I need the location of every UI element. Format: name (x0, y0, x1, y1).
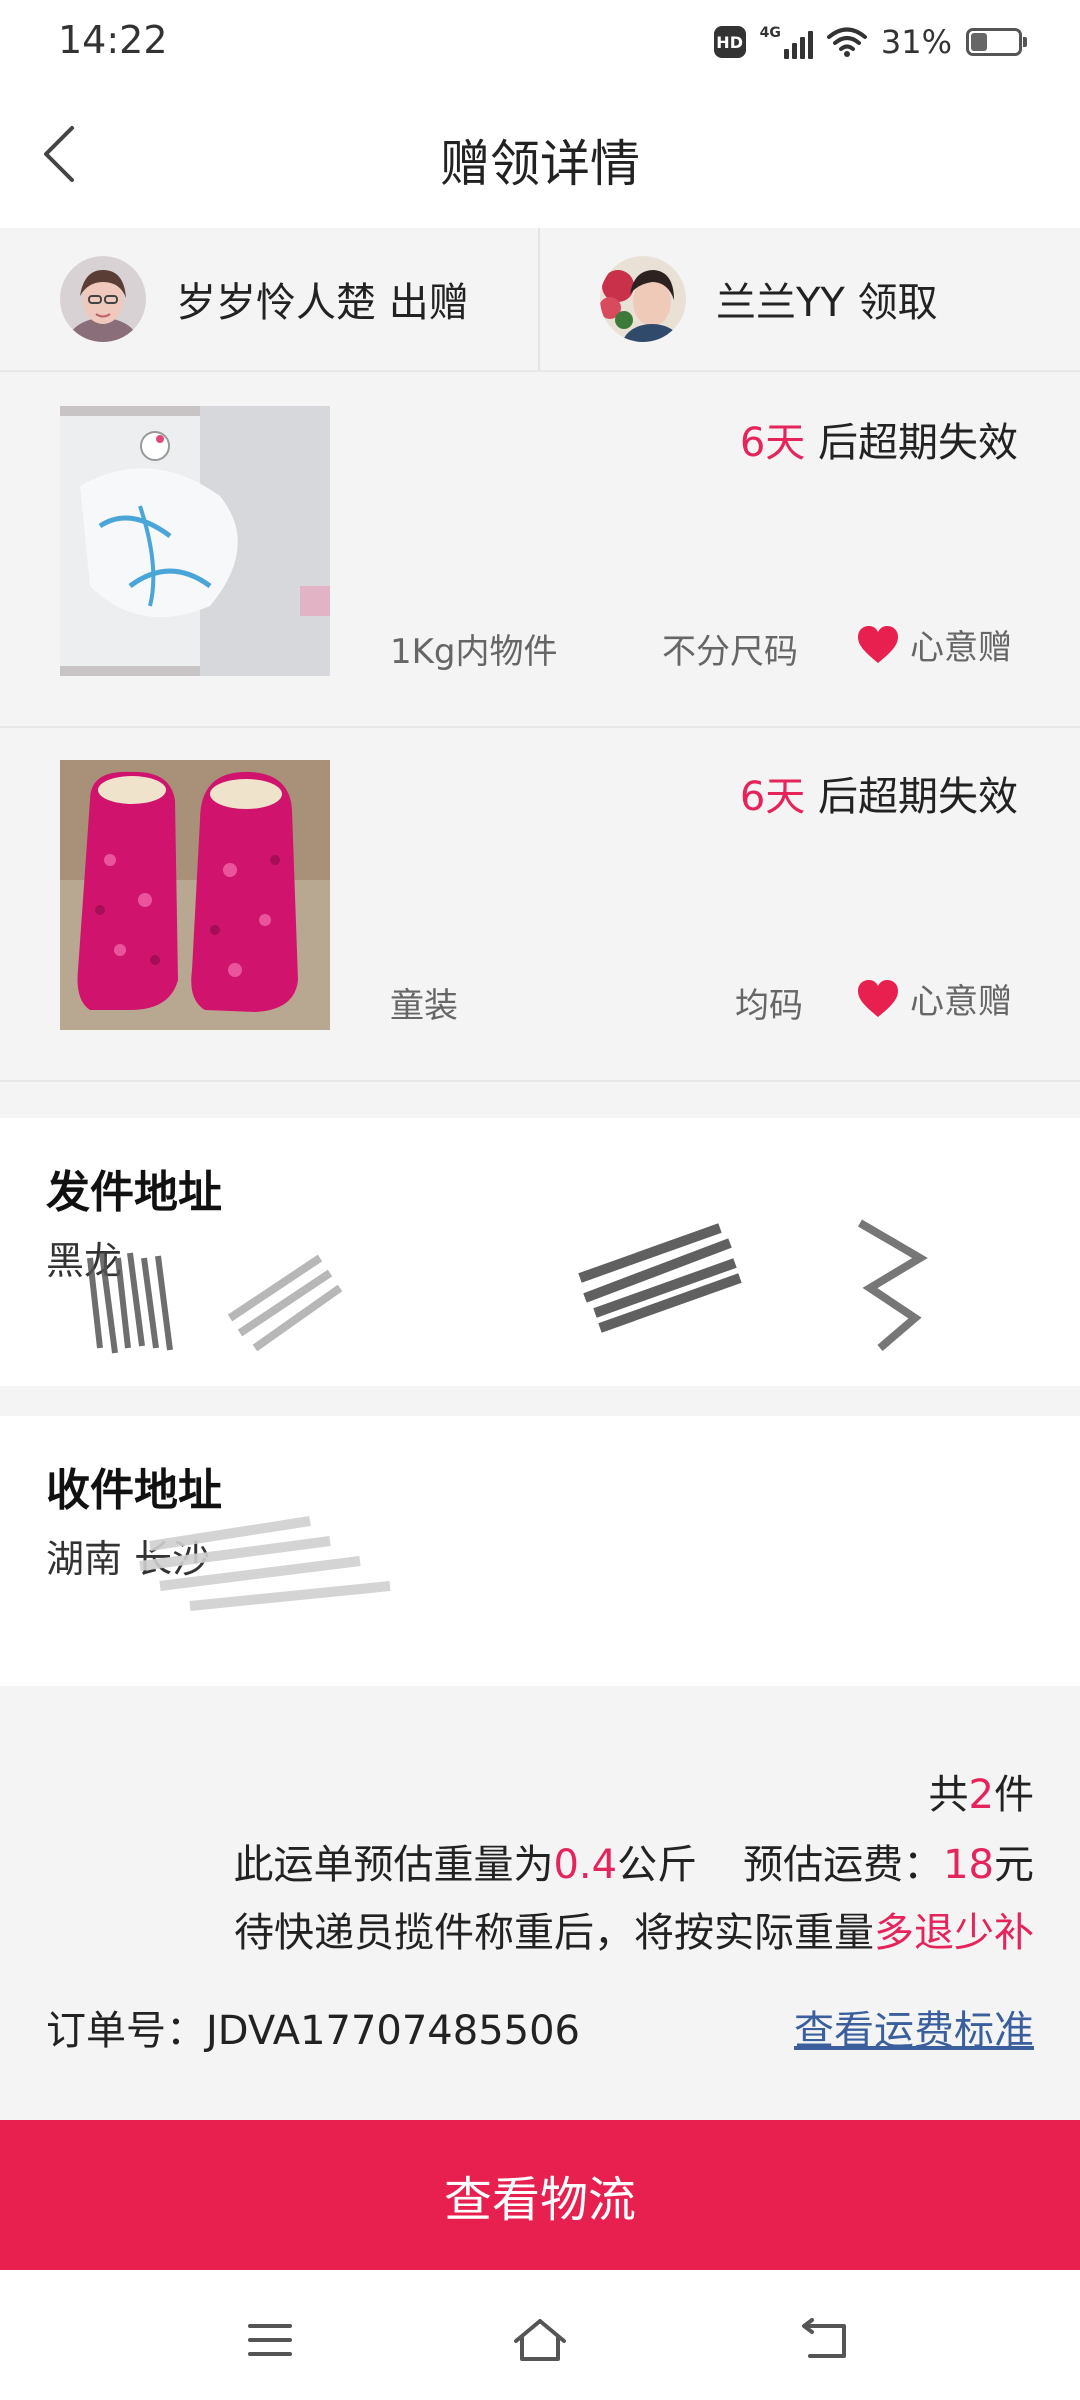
gift-tag-label: 心意赠 (910, 982, 1012, 1022)
menu-icon (248, 2324, 292, 2356)
heart-icon (858, 979, 898, 1017)
battery-icon (966, 28, 1027, 56)
redaction-scribble (139, 1516, 391, 1611)
shipping-summary: 共2件 此运单预估重量为0.4公斤 预估运费：18元 待快递员揽件称重后，将按实际… (0, 1688, 1080, 2120)
expiry-text: 6天 后超期失效 (740, 410, 1018, 468)
weight-note-text: 待快递员揽件称重后，将按实际重量 (234, 1910, 874, 1956)
item-photo[interactable] (60, 760, 330, 1030)
signal-4g-icon: 4G (760, 25, 813, 59)
item-card[interactable]: 6天 后超期失效 童装 均码 心意赠 (0, 728, 1080, 1082)
receiver-name: 兰兰YY 领取 (716, 280, 938, 326)
gift-tag: 心意赠 (856, 974, 1012, 1023)
item-card[interactable]: 6天 后超期失效 1Kg内物件 不分尺码 心意赠 (0, 374, 1080, 728)
heart-icon (858, 625, 898, 663)
gift-tag: 心意赠 (856, 620, 1012, 669)
users-row: 岁岁怜人楚 出赠 兰兰YY 领取 (0, 228, 1080, 372)
fee-unit: 元 (994, 1842, 1034, 1888)
redaction-scribble (87, 1219, 928, 1354)
fee-standard-link[interactable]: 查看运费标准 (794, 1998, 1034, 2056)
item-category: 童装 (390, 986, 458, 1026)
header: 赠领详情 (0, 84, 1080, 228)
battery-level (971, 33, 987, 51)
expiry-suffix: 后超期失效 (805, 420, 1018, 466)
order-value: JDVA17707485506 (206, 2008, 581, 2054)
status-icons: HD 4G 31% (713, 20, 1027, 64)
page-title: 赠领详情 (440, 135, 640, 193)
sender-address-block: 发件地址 黑龙 (0, 1118, 1080, 1386)
fee-prefix: 预估运费： (743, 1842, 944, 1888)
status-bar: 14:22 HD 4G 31% (0, 0, 1080, 84)
expiry-days: 6天 (739, 420, 806, 466)
weight-value: 0.4 (553, 1842, 618, 1888)
item-count-suffix: 件 (994, 1772, 1034, 1818)
receiver-avatar[interactable] (600, 256, 686, 342)
system-nav-bar (0, 2270, 1080, 2400)
item-size: 不分尺码 (662, 632, 798, 672)
item-size: 均码 (735, 986, 803, 1026)
hd-icon: HD (713, 26, 746, 58)
giver-avatar[interactable] (60, 256, 146, 342)
item-category: 1Kg内物件 (390, 632, 558, 672)
expiry-suffix: 后超期失效 (805, 774, 1018, 820)
menu-button[interactable] (240, 2310, 300, 2370)
receiver-address-title: 收件地址 (46, 1465, 222, 1516)
back-nav-button[interactable] (795, 2310, 855, 2370)
item-count-value: 2 (968, 1772, 994, 1818)
receiver-cell[interactable]: 兰兰YY 领取 (540, 228, 1080, 370)
receiver-address-block: 收件地址 湖南 长沙 (0, 1416, 1080, 1686)
item-count: 共2件 (929, 1762, 1034, 1820)
wifi-icon (826, 26, 867, 58)
back-icon (802, 2318, 846, 2358)
item-count-prefix: 共 (928, 1772, 969, 1818)
gift-tag-label: 心意赠 (910, 628, 1012, 668)
weight-prefix: 此运单预估重量为 (233, 1842, 554, 1888)
weight-note-highlight: 多退少补 (874, 1910, 1034, 1956)
giver-name: 岁岁怜人楚 出赠 (176, 280, 469, 326)
fee-value: 18 (943, 1842, 994, 1888)
home-button[interactable] (510, 2310, 570, 2370)
weight-fee-line: 此运单预估重量为0.4公斤 预估运费：18元 (233, 1832, 1034, 1890)
sender-address-title: 发件地址 (46, 1167, 222, 1218)
view-logistics-button[interactable]: 查看物流 (0, 2120, 1080, 2270)
item-photo[interactable] (60, 406, 330, 676)
battery-percent: 31% (880, 23, 952, 61)
weight-unit: 公斤 (617, 1842, 698, 1888)
expiry-text: 6天 后超期失效 (740, 764, 1018, 822)
giver-cell[interactable]: 岁岁怜人楚 出赠 (0, 228, 540, 370)
network-label: 4G (759, 25, 781, 41)
expiry-days: 6天 (739, 774, 806, 820)
home-icon (514, 2319, 566, 2361)
order-label: 订单号： (46, 2008, 206, 2054)
order-number: 订单号：JDVA17707485506 (46, 1998, 580, 2056)
weight-note: 待快递员揽件称重后，将按实际重量多退少补 (234, 1900, 1034, 1958)
status-time: 14:22 (58, 18, 168, 62)
